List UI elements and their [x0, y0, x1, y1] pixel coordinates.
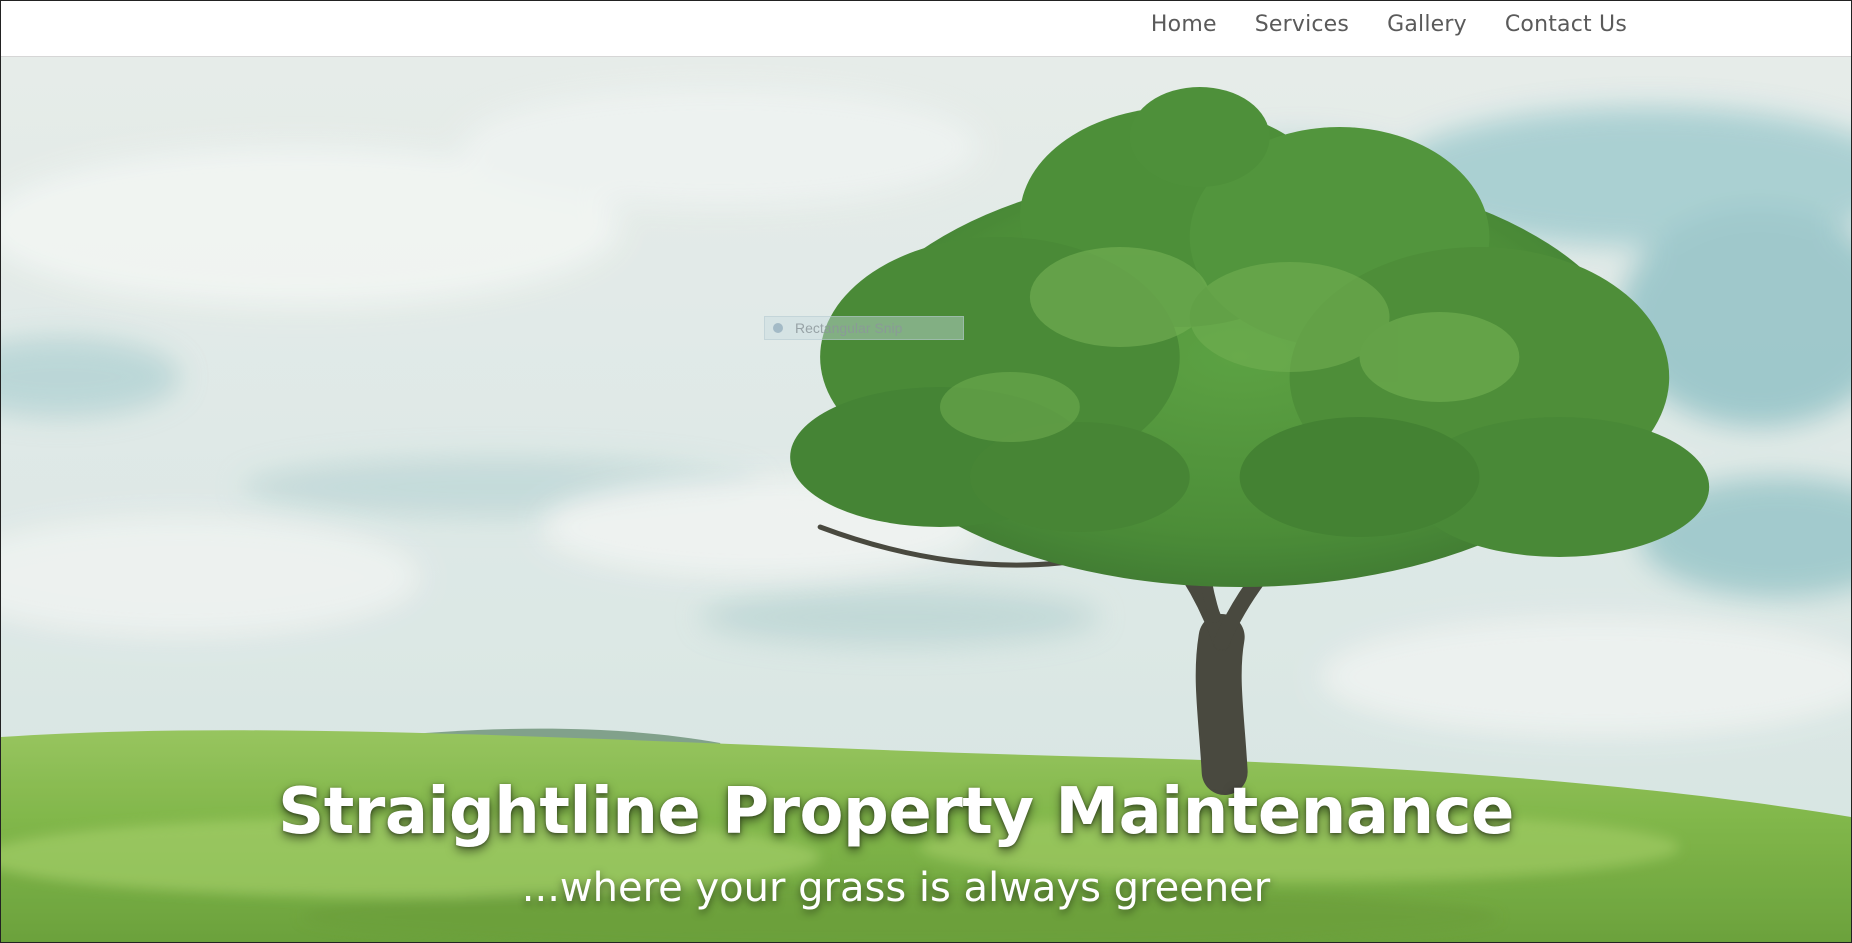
hero-title: Straightline Property Maintenance: [278, 775, 1514, 849]
hero-section: Rectangular Snip Straightline Property M…: [1, 57, 1851, 942]
top-navbar: Home Services Gallery Contact Us: [1, 1, 1851, 57]
snip-icon: [773, 323, 783, 333]
rectangular-snip-overlay: Rectangular Snip: [764, 316, 964, 340]
main-nav: Home Services Gallery Contact Us: [1151, 1, 1627, 47]
nav-contact-us-link[interactable]: Contact Us: [1505, 12, 1627, 37]
hero-tagline: ...where your grass is always greener: [521, 865, 1271, 911]
nav-services-link[interactable]: Services: [1255, 12, 1349, 37]
nav-home-link[interactable]: Home: [1151, 12, 1217, 37]
page: Home Services Gallery Contact Us Rectang…: [0, 0, 1852, 943]
snip-label: Rectangular Snip: [795, 320, 903, 336]
nav-gallery-link[interactable]: Gallery: [1387, 12, 1467, 37]
